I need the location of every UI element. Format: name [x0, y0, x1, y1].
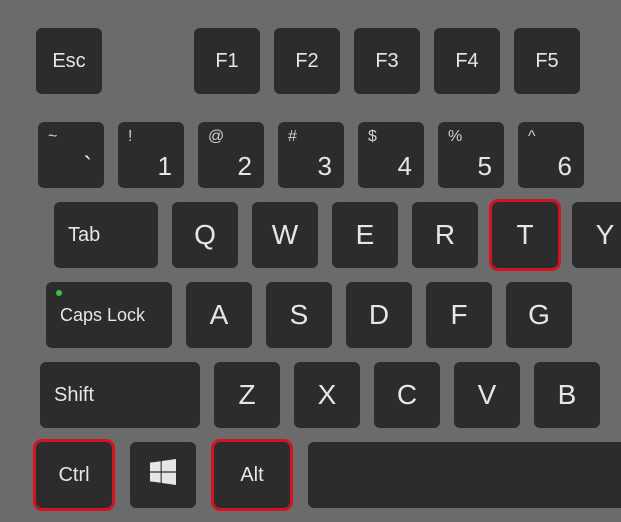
- key-shift-label: @: [208, 128, 224, 146]
- number-row: ~ ` ! 1 @ 2 # 3 $ 4 % 5 ^ 6: [36, 122, 621, 188]
- key-label: F5: [535, 50, 558, 73]
- keyboard: Esc F1 F2 F3 F4 F5 ~ ` ! 1 @ 2 # 3 $ 4 %: [0, 0, 621, 522]
- qwerty-row: Tab Q W E R T Y: [36, 202, 621, 268]
- key-shift-label: %: [448, 128, 462, 146]
- key-backtick[interactable]: ~ `: [38, 122, 104, 188]
- key-label: 1: [158, 151, 172, 182]
- key-label: T: [516, 219, 533, 251]
- key-g[interactable]: G: [506, 282, 572, 348]
- key-label: 6: [558, 151, 572, 182]
- key-tab[interactable]: Tab: [54, 202, 158, 268]
- key-esc[interactable]: Esc: [36, 28, 102, 94]
- key-2[interactable]: @ 2: [198, 122, 264, 188]
- key-shift-label: ~: [48, 128, 57, 146]
- key-label: Z: [238, 379, 255, 411]
- key-1[interactable]: ! 1: [118, 122, 184, 188]
- key-label: F1: [215, 50, 238, 73]
- key-shift-label: $: [368, 128, 377, 146]
- key-label: X: [318, 379, 337, 411]
- key-z[interactable]: Z: [214, 362, 280, 428]
- home-row: Caps Lock A S D F G: [36, 282, 621, 348]
- key-label: F: [450, 299, 467, 331]
- key-windows[interactable]: [130, 442, 196, 508]
- key-label: Q: [194, 219, 216, 251]
- key-label: G: [528, 299, 550, 331]
- key-4[interactable]: $ 4: [358, 122, 424, 188]
- key-space[interactable]: [308, 442, 621, 508]
- key-w[interactable]: W: [252, 202, 318, 268]
- key-3[interactable]: # 3: [278, 122, 344, 188]
- key-label: S: [290, 299, 309, 331]
- key-t[interactable]: T: [492, 202, 558, 268]
- key-v[interactable]: V: [454, 362, 520, 428]
- key-label: A: [210, 299, 229, 331]
- key-label: Ctrl: [58, 464, 89, 487]
- key-label: 5: [478, 151, 492, 182]
- key-label: Alt: [240, 464, 263, 487]
- key-f2[interactable]: F2: [274, 28, 340, 94]
- key-label: Caps Lock: [60, 305, 145, 326]
- key-x[interactable]: X: [294, 362, 360, 428]
- key-shift-label: !: [128, 128, 132, 146]
- key-label: D: [369, 299, 389, 331]
- modifier-row: Ctrl Alt: [36, 442, 621, 508]
- key-e[interactable]: E: [332, 202, 398, 268]
- key-s[interactable]: S: [266, 282, 332, 348]
- key-c[interactable]: C: [374, 362, 440, 428]
- key-alt[interactable]: Alt: [214, 442, 290, 508]
- key-label: Tab: [68, 224, 100, 247]
- key-label: V: [478, 379, 497, 411]
- key-label: 3: [318, 151, 332, 182]
- key-label: C: [397, 379, 417, 411]
- key-f4[interactable]: F4: [434, 28, 500, 94]
- key-y[interactable]: Y: [572, 202, 621, 268]
- key-6[interactable]: ^ 6: [518, 122, 584, 188]
- key-label: `: [83, 151, 92, 182]
- key-label: W: [272, 219, 298, 251]
- key-d[interactable]: D: [346, 282, 412, 348]
- key-f5[interactable]: F5: [514, 28, 580, 94]
- key-shift-label: #: [288, 128, 297, 146]
- key-label: B: [558, 379, 577, 411]
- key-q[interactable]: Q: [172, 202, 238, 268]
- key-5[interactable]: % 5: [438, 122, 504, 188]
- key-label: F2: [295, 50, 318, 73]
- key-label: R: [435, 219, 455, 251]
- key-label: 4: [398, 151, 412, 182]
- key-label: Shift: [54, 384, 94, 407]
- key-f1[interactable]: F1: [194, 28, 260, 94]
- key-ctrl[interactable]: Ctrl: [36, 442, 112, 508]
- key-label: F4: [455, 50, 478, 73]
- key-b[interactable]: B: [534, 362, 600, 428]
- key-shift[interactable]: Shift: [40, 362, 200, 428]
- caps-lock-indicator: [56, 290, 62, 296]
- key-f3[interactable]: F3: [354, 28, 420, 94]
- key-label: 2: [238, 151, 252, 182]
- function-row: Esc F1 F2 F3 F4 F5: [36, 28, 621, 94]
- windows-icon: [150, 459, 176, 492]
- fn-gap: [116, 28, 180, 94]
- shift-row: Shift Z X C V B: [36, 362, 621, 428]
- key-r[interactable]: R: [412, 202, 478, 268]
- key-label: Y: [596, 219, 615, 251]
- key-f[interactable]: F: [426, 282, 492, 348]
- key-label: E: [356, 219, 375, 251]
- key-label: F3: [375, 50, 398, 73]
- key-label: Esc: [52, 50, 85, 73]
- key-caps-lock[interactable]: Caps Lock: [46, 282, 172, 348]
- key-shift-label: ^: [528, 128, 536, 146]
- key-a[interactable]: A: [186, 282, 252, 348]
